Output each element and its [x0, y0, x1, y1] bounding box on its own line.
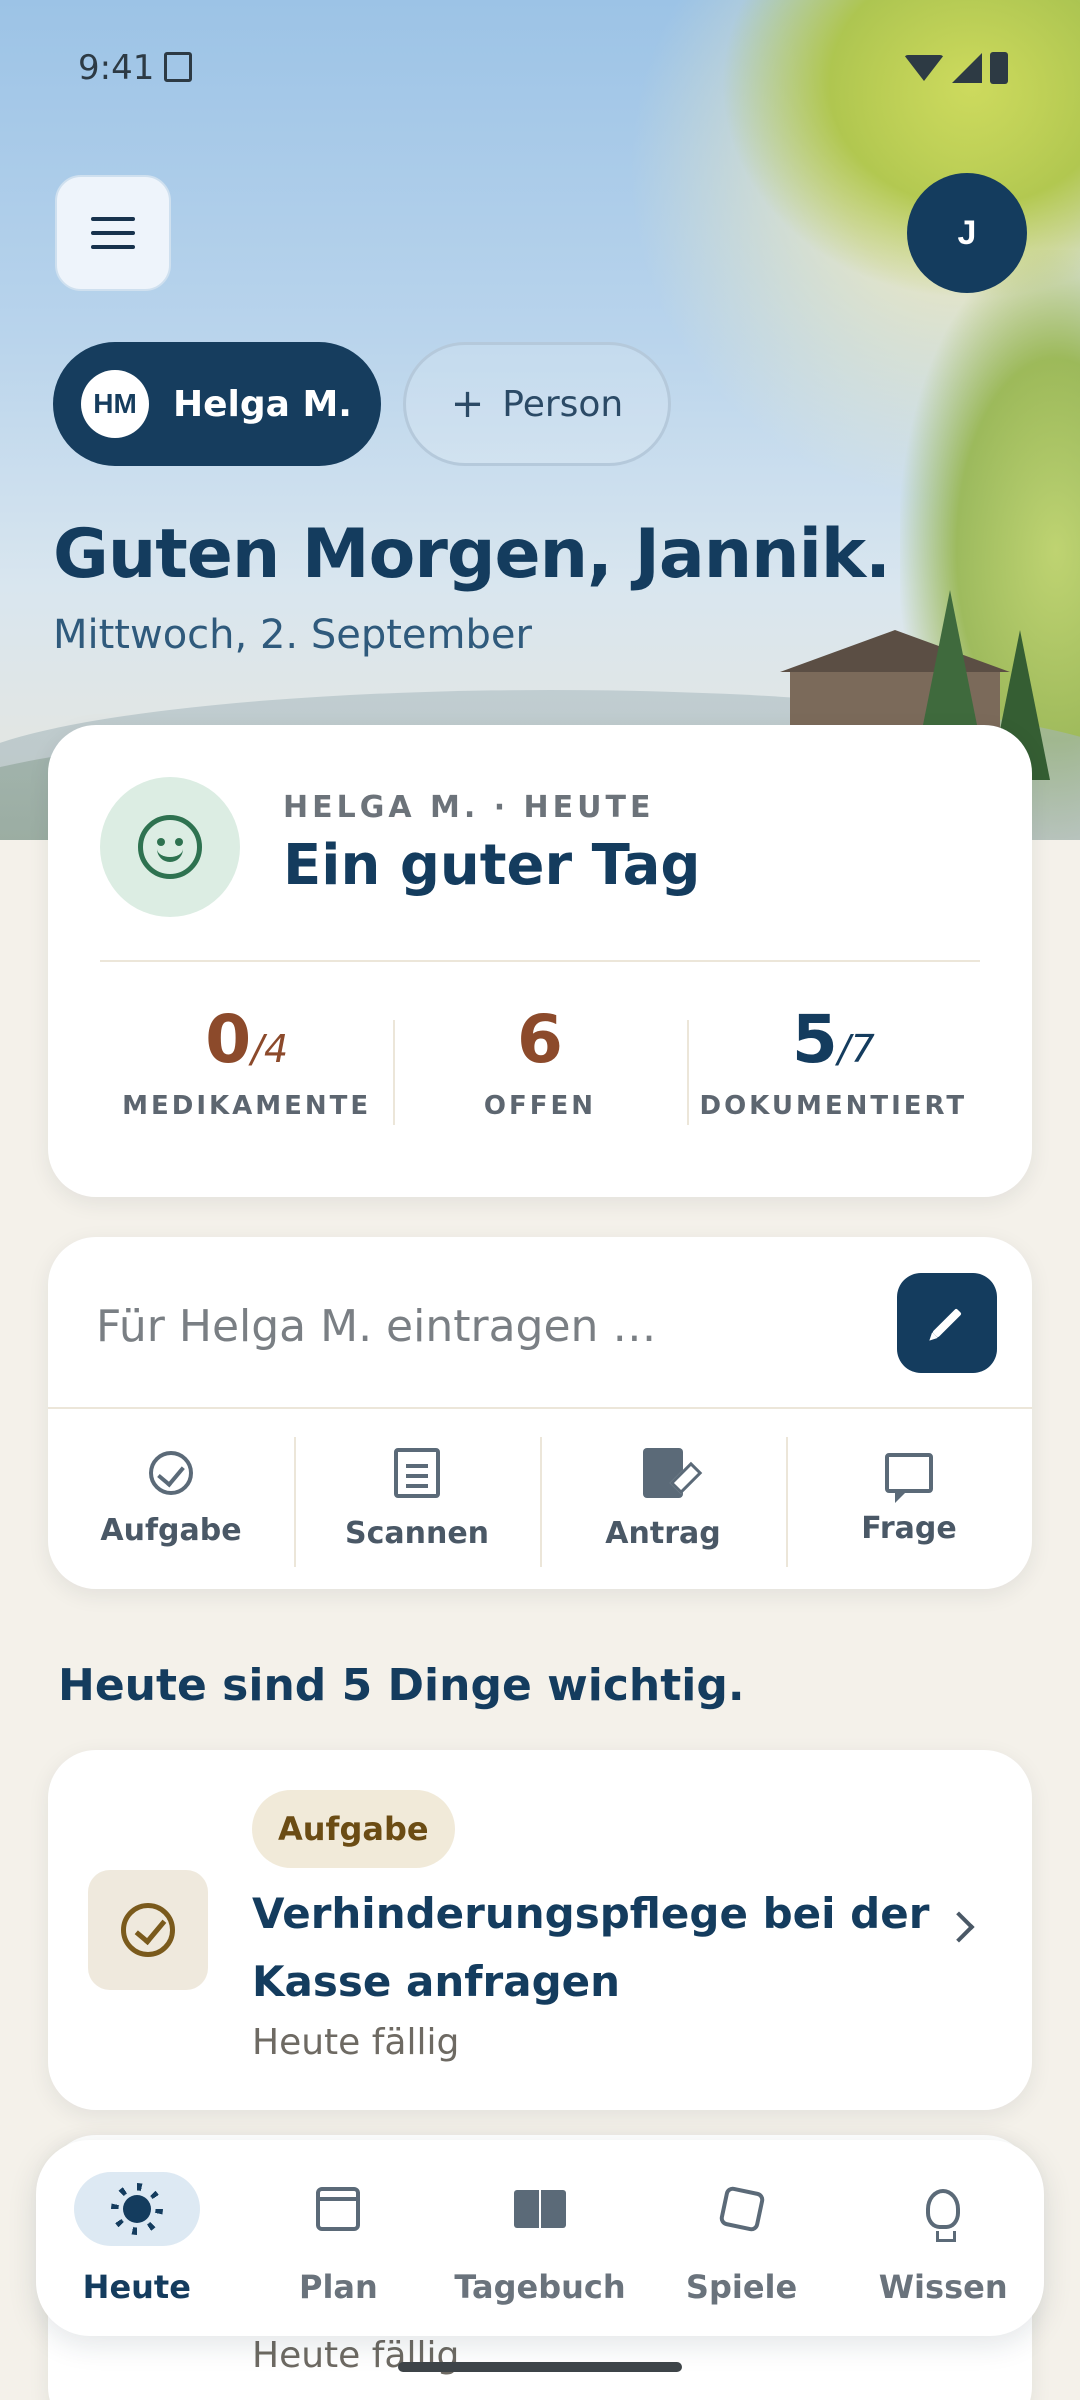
- quick-action-scan[interactable]: Scannen: [294, 1409, 540, 1589]
- status-time: 9:41: [78, 48, 155, 88]
- status-card[interactable]: HELGA M. · HEUTE Ein guter Tag 0/4 MEDIK…: [48, 725, 1032, 1197]
- task-add-icon: [149, 1450, 193, 1495]
- calendar-icon: [316, 2187, 361, 2231]
- nav-label: Tagebuch: [454, 2268, 626, 2306]
- nav-item-wissen[interactable]: Wissen: [842, 2140, 1044, 2336]
- status-icons: [904, 52, 1008, 84]
- divider: [100, 960, 980, 962]
- sim-icon: [164, 52, 192, 82]
- stat-label: OFFEN: [483, 1091, 597, 1122]
- user-avatar-button[interactable]: J: [907, 173, 1027, 293]
- person-avatar: HM: [81, 370, 149, 438]
- smiley-icon: [138, 815, 202, 879]
- nav-item-plan[interactable]: Plan: [238, 2140, 440, 2336]
- quick-action-question[interactable]: Frage: [786, 1409, 1032, 1589]
- add-person-button[interactable]: + Person: [403, 342, 671, 466]
- nav-item-spiele[interactable]: Spiele: [641, 2140, 843, 2336]
- lightbulb-icon: [926, 2189, 961, 2242]
- hamburger-icon: [91, 217, 135, 249]
- home-indicator[interactable]: [398, 2362, 682, 2372]
- stat-value: 5: [791, 1001, 838, 1078]
- task-tag: Aufgabe: [252, 1790, 455, 1868]
- greeting-date: Mittwoch, 2. September: [53, 612, 532, 658]
- user-initial: J: [957, 213, 977, 252]
- stat-label: DOKUMENTIERT: [699, 1091, 968, 1122]
- stat-label: MEDIKAMENTE: [122, 1091, 372, 1122]
- document-edit-icon: [643, 1447, 683, 1498]
- scan-icon: [394, 1447, 440, 1498]
- bottom-navigation: Heute Plan Tagebuch Spiele Wissen: [36, 2140, 1044, 2336]
- task-title: Verhinderungspflege bei der Kasse anfrag…: [252, 1889, 930, 2006]
- battery-icon: [990, 52, 1008, 84]
- menu-button[interactable]: [55, 175, 171, 291]
- nav-label: Spiele: [685, 2268, 798, 2306]
- nav-item-tagebuch[interactable]: Tagebuch: [439, 2140, 641, 2336]
- entry-card: Für Helga M. eintragen … Aufgabe Scannen…: [48, 1237, 1032, 1589]
- stats-row: 0/4 MEDIKAMENTE 6 OFFEN 5/7 DOKUMENTIERT: [100, 1000, 980, 1160]
- nav-label: Plan: [298, 2268, 378, 2306]
- task-icon-box: [88, 1870, 208, 1990]
- person-chip-active[interactable]: HM Helga M.: [53, 342, 381, 466]
- status-bar: 9:41: [0, 0, 1080, 130]
- book-icon: [513, 2190, 566, 2228]
- status-card-eyebrow: HELGA M. · HEUTE: [283, 790, 655, 825]
- greeting-title: Guten Morgen, Jannik.: [53, 515, 891, 594]
- pencil-icon: [932, 1308, 962, 1338]
- edit-button[interactable]: [897, 1273, 997, 1373]
- stat-documented[interactable]: 5/7 DOKUMENTIERT: [686, 1000, 980, 1160]
- stat-total: /7: [837, 1027, 875, 1071]
- quick-action-label: Scannen: [344, 1515, 490, 1551]
- stat-value: 6: [517, 1001, 563, 1078]
- mood-title: Ein guter Tag: [283, 833, 701, 898]
- tree-decoration: [920, 590, 980, 740]
- quick-action-request[interactable]: Antrag: [540, 1409, 786, 1589]
- sun-icon: [122, 2195, 151, 2223]
- stat-medications[interactable]: 0/4 MEDIKAMENTE: [100, 1000, 393, 1160]
- quick-actions: Aufgabe Scannen Antrag Frage: [48, 1409, 1032, 1589]
- signal-icon: [952, 53, 982, 83]
- chat-icon: [885, 1452, 933, 1503]
- entry-input[interactable]: Für Helga M. eintragen …: [96, 1301, 656, 1352]
- mood-indicator: [100, 777, 240, 917]
- puzzle-icon: [717, 2185, 766, 2233]
- nav-label: Wissen: [878, 2268, 1008, 2306]
- today-section-title: Heute sind 5 Dinge wichtig.: [58, 1660, 745, 1711]
- person-name: Helga M.: [173, 383, 352, 425]
- wifi-icon: [904, 55, 944, 81]
- quick-action-label: Frage: [861, 1510, 957, 1546]
- stat-total: /4: [251, 1027, 289, 1071]
- plus-icon: +: [450, 381, 485, 427]
- quick-action-label: Antrag: [605, 1515, 721, 1551]
- nav-item-heute[interactable]: Heute: [36, 2140, 238, 2336]
- stat-value: 0: [205, 1001, 252, 1078]
- task-due: Heute fällig: [252, 2022, 460, 2063]
- check-circle-icon: [121, 1903, 175, 1957]
- quick-action-label: Aufgabe: [100, 1512, 242, 1548]
- quick-action-task[interactable]: Aufgabe: [48, 1409, 294, 1589]
- task-card[interactable]: Aufgabe Verhinderungspflege bei der Kass…: [48, 1750, 1032, 2110]
- stat-open[interactable]: 6 OFFEN: [393, 1000, 686, 1160]
- nav-label: Heute: [82, 2268, 191, 2306]
- add-person-label: Person: [502, 383, 624, 425]
